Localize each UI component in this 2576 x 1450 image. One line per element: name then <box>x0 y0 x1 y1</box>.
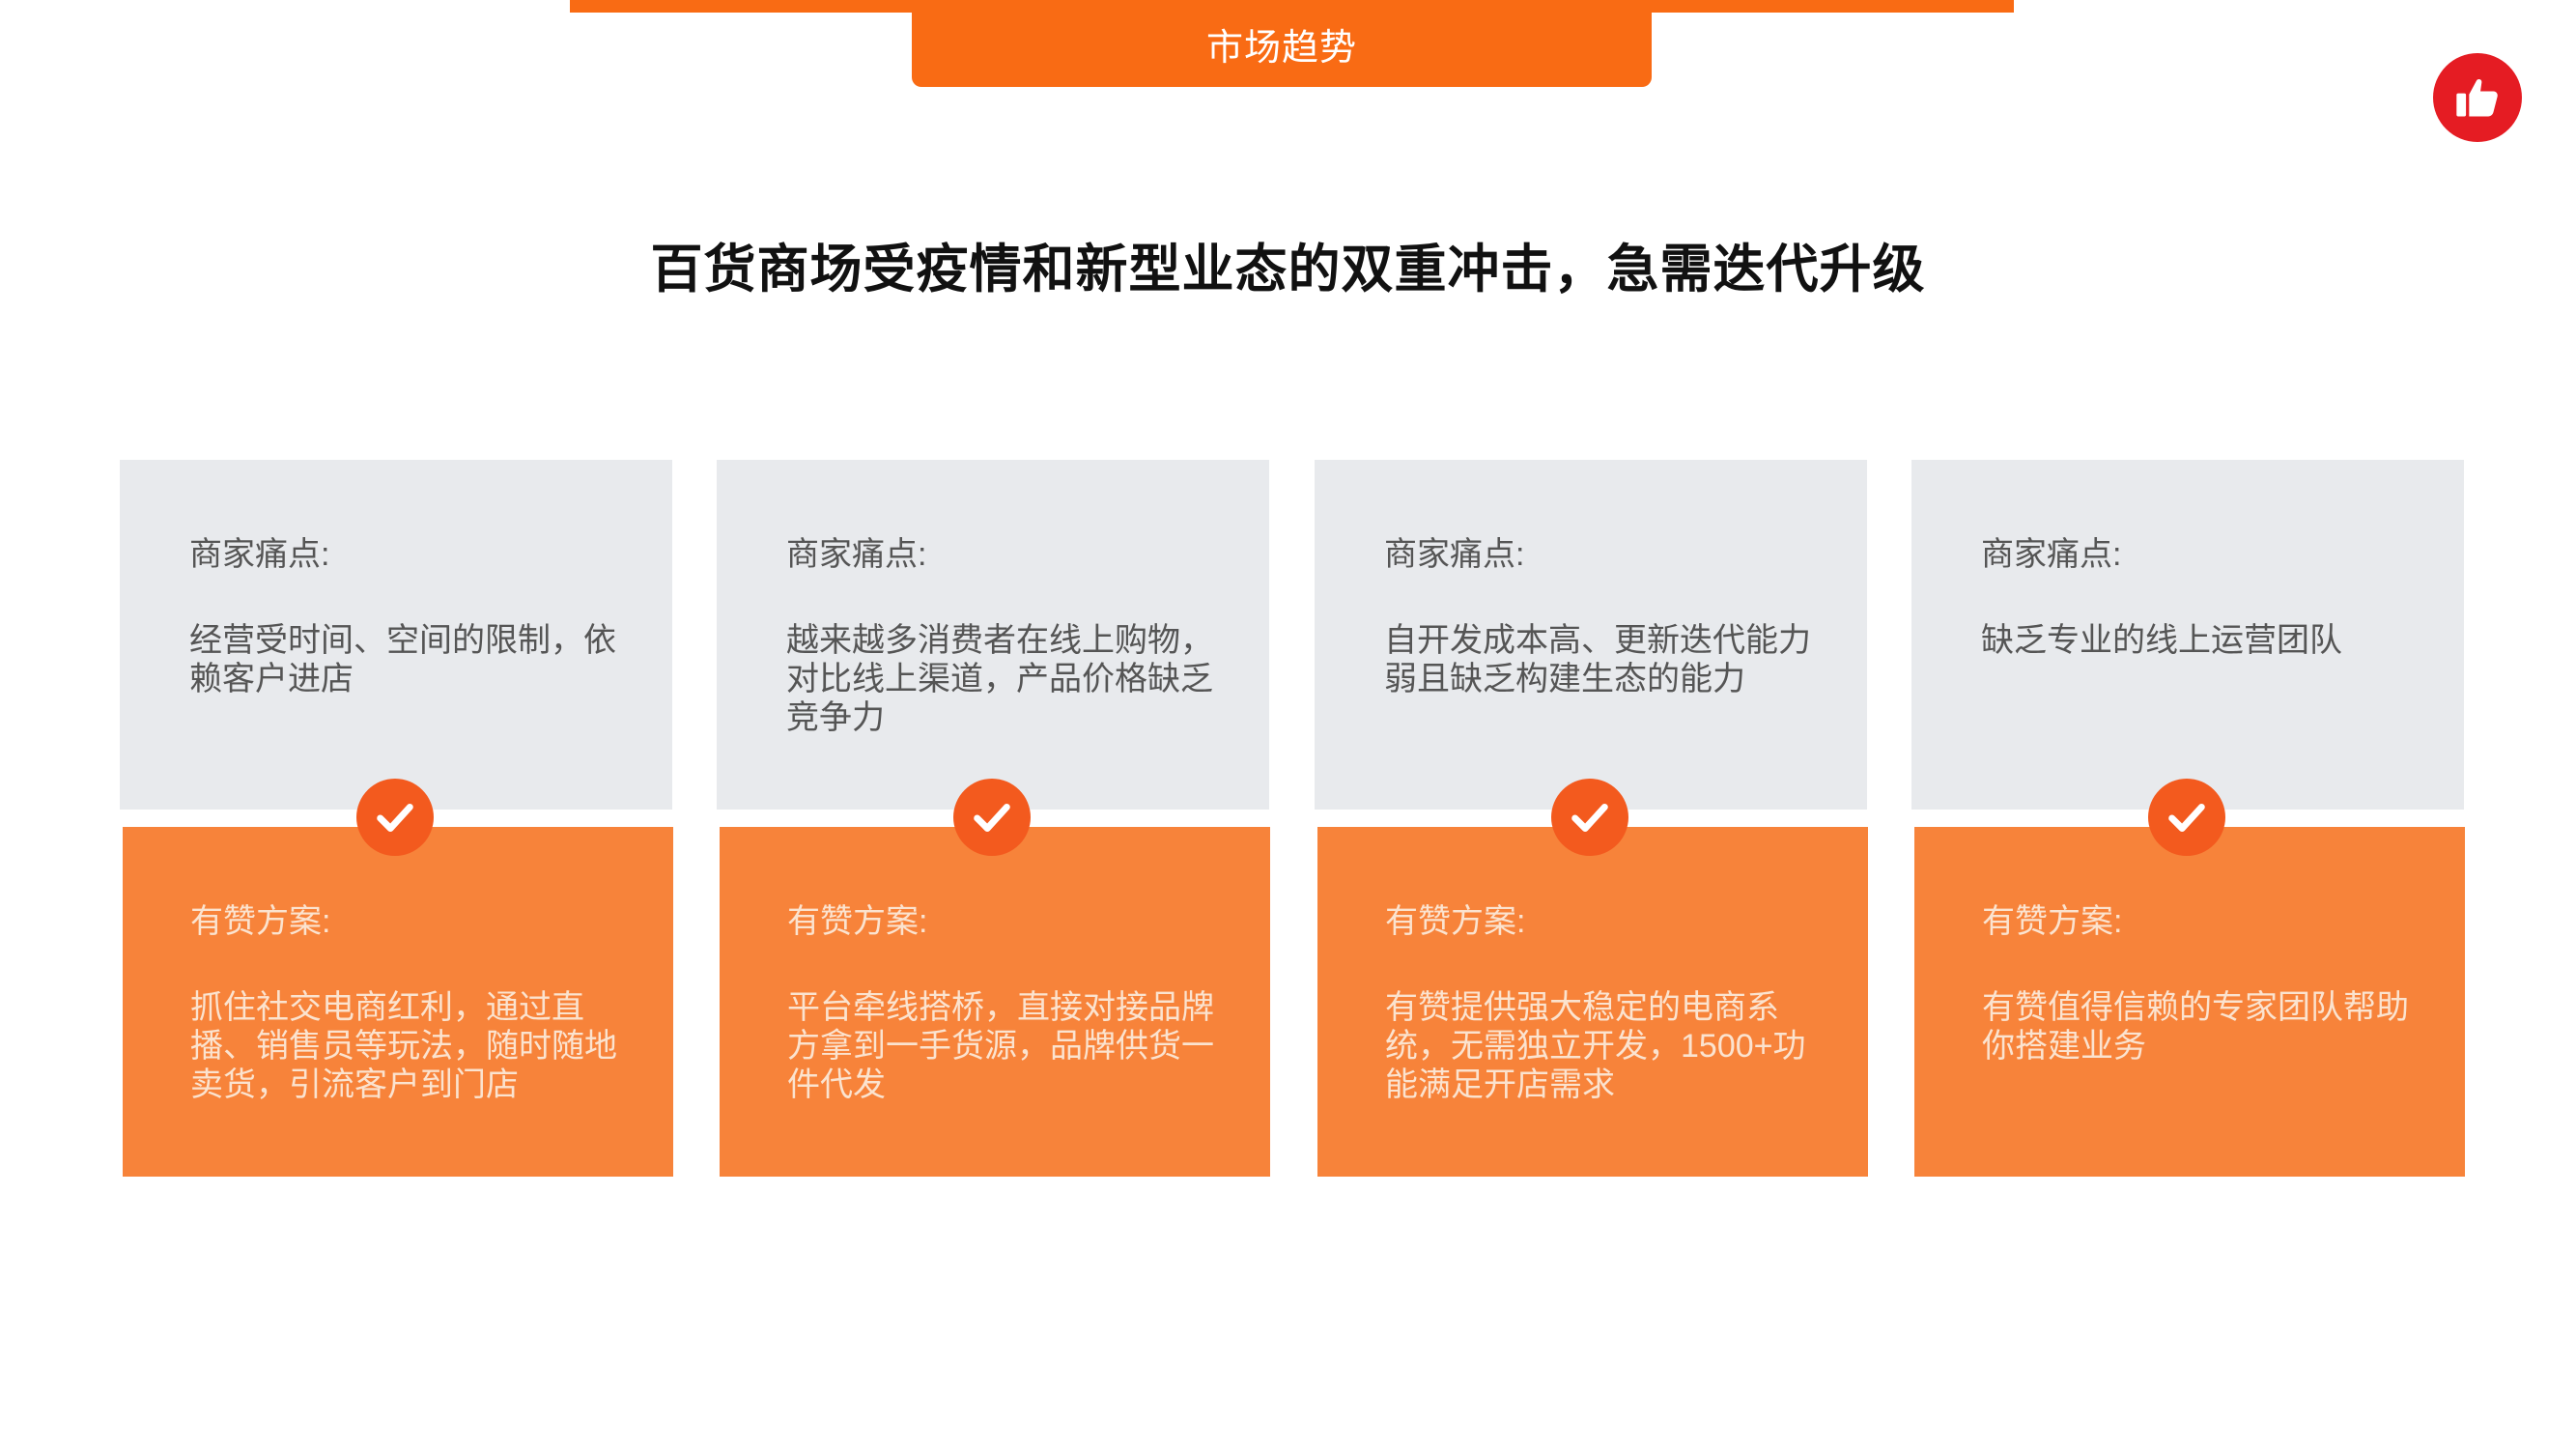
pain-point-panel: 商家痛点: 自开发成本高、更新迭代能力弱且缺乏构建生态的能力 <box>1315 460 1867 810</box>
solution-text: 有赞提供强大稳定的电商系统，无需独立开发，1500+功能满足开店需求 <box>1385 988 1806 1103</box>
pain-point-panel: 商家痛点: 经营受时间、空间的限制，依赖客户进店 <box>120 460 672 810</box>
solution-label: 有赞方案: <box>1982 903 2123 940</box>
solution-label: 有赞方案: <box>1385 903 1526 940</box>
checkmark-icon <box>356 779 434 856</box>
thumbs-up-glyph <box>2456 79 2498 117</box>
pain-point-label: 商家痛点: <box>1981 536 2122 573</box>
checkmark-icon <box>1551 779 1628 856</box>
solution-panel: 有赞方案: 抓住社交电商红利，通过直播、销售员等玩法，随时随地卖货，引流客户到门… <box>123 827 673 1177</box>
pain-point-text: 越来越多消费者在线上购物，对比线上渠道，产品价格缺乏竞争力 <box>786 621 1213 736</box>
pain-point-panel: 商家痛点: 缺乏专业的线上运营团队 <box>1911 460 2464 810</box>
solution-text: 平台牵线搭桥，直接对接品牌方拿到一手货源，品牌供货一件代发 <box>787 988 1214 1103</box>
pain-point-text: 缺乏专业的线上运营团队 <box>1981 621 2342 659</box>
page-headline: 百货商场受疫情和新型业态的双重冲击，急需迭代升级 <box>650 239 1926 299</box>
pain-point-label: 商家痛点: <box>786 536 927 573</box>
checkmark-icon <box>953 779 1031 856</box>
solution-text: 抓住社交电商红利，通过直播、销售员等玩法，随时随地卖货，引流客户到门店 <box>190 988 617 1103</box>
section-label: 市场趋势 <box>1205 25 1357 69</box>
solution-label: 有赞方案: <box>787 903 928 940</box>
section-tab: 市场趋势 <box>912 0 1652 87</box>
pain-point-text: 自开发成本高、更新迭代能力弱且缺乏构建生态的能力 <box>1384 621 1811 697</box>
pain-point-panel: 商家痛点: 越来越多消费者在线上购物，对比线上渠道，产品价格缺乏竞争力 <box>717 460 1269 810</box>
solution-panel: 有赞方案: 有赞值得信赖的专家团队帮助你搭建业务 <box>1914 827 2465 1177</box>
thumbs-up-icon <box>2433 53 2522 142</box>
checkmark-icon <box>2148 779 2225 856</box>
pain-point-label: 商家痛点: <box>189 536 330 573</box>
pain-point-text: 经营受时间、空间的限制，依赖客户进店 <box>189 621 616 697</box>
solution-label: 有赞方案: <box>190 903 331 940</box>
pain-point-label: 商家痛点: <box>1384 536 1525 573</box>
solution-panel: 有赞方案: 平台牵线搭桥，直接对接品牌方拿到一手货源，品牌供货一件代发 <box>720 827 1270 1177</box>
solution-text: 有赞值得信赖的专家团队帮助你搭建业务 <box>1982 988 2409 1065</box>
solution-panel: 有赞方案: 有赞提供强大稳定的电商系统，无需独立开发，1500+功能满足开店需求 <box>1317 827 1868 1177</box>
